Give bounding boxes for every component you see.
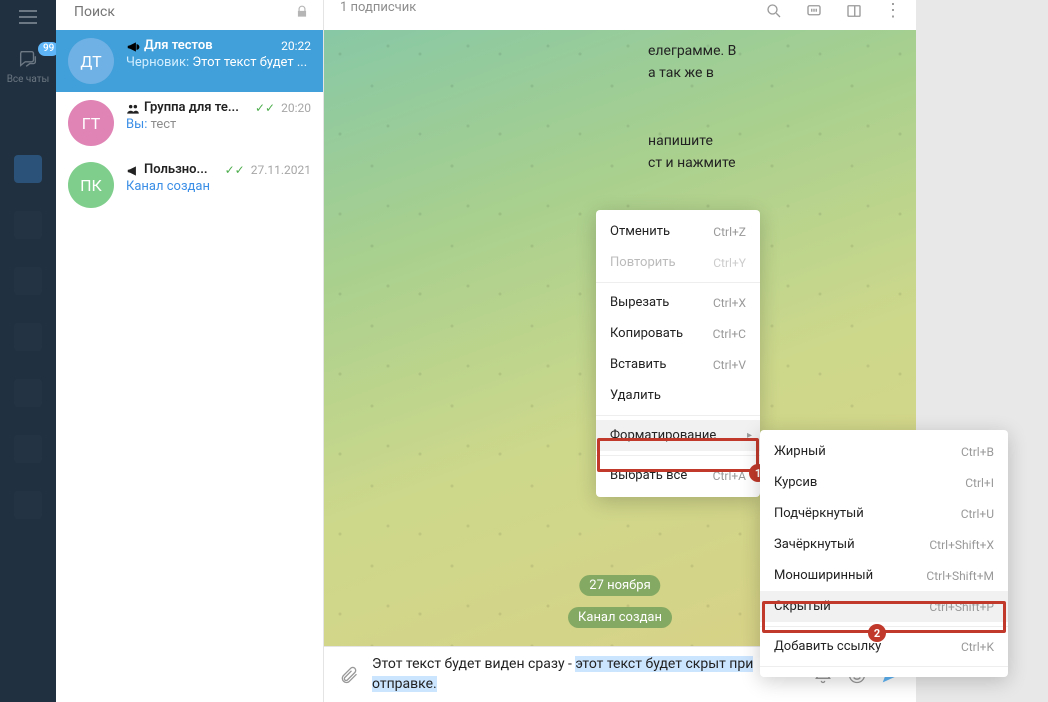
megaphone-icon xyxy=(126,39,140,53)
chat-header: 1 подписчик ⋮ xyxy=(324,0,916,30)
nav-item[interactable] xyxy=(14,491,42,519)
chat-preview: Вы: тест xyxy=(126,117,311,132)
avatar: ДТ xyxy=(68,38,114,84)
chat-title: Для тестов xyxy=(144,38,277,53)
menu-button[interactable] xyxy=(8,2,48,32)
date-separator: 27 ноября xyxy=(579,575,660,596)
chat-time: 27.11.2021 xyxy=(251,163,311,177)
chat-preview: Черновик: Этот текст будет ... xyxy=(126,55,311,70)
context-menu-formatting: ЖирныйCtrl+B КурсивCtrl+I ПодчёркнутыйCt… xyxy=(760,430,1008,677)
chat-time: 20:22 xyxy=(281,39,311,53)
context-menu-edit: ОтменитьCtrl+Z ПовторитьCtrl+Y ВырезатьC… xyxy=(596,210,760,497)
chat-list-panel: ДТ Для тестов 20:22 Черновик: Этот текст… xyxy=(56,0,324,702)
chat-item[interactable]: ПК Пользно... ✓✓ 27.11.2021 Канал создан xyxy=(56,154,323,216)
menu-separator xyxy=(596,282,760,283)
fmt-strikethrough[interactable]: ЗачёркнутыйCtrl+Shift+X xyxy=(760,529,1008,560)
ctx-copy[interactable]: КопироватьCtrl+C xyxy=(596,318,760,349)
discussion-icon[interactable] xyxy=(804,1,824,21)
partial-message-text: елеграмме. В а так же в напишите ст и на… xyxy=(648,40,908,174)
chat-preview: Канал создан xyxy=(126,179,311,194)
ctx-paste[interactable]: ВставитьCtrl+V xyxy=(596,349,760,380)
read-checks-icon: ✓✓ xyxy=(255,101,275,115)
sidebar-toggle-icon[interactable] xyxy=(844,1,864,21)
annotation-badge: 2 xyxy=(868,624,886,642)
fmt-monospace[interactable]: МоноширинныйCtrl+Shift+M xyxy=(760,560,1008,591)
menu-separator xyxy=(596,415,760,416)
more-menu-icon[interactable]: ⋮ xyxy=(884,0,902,21)
ctx-cut[interactable]: ВырезатьCtrl+X xyxy=(596,287,760,318)
all-chats-nav[interactable]: 99 Все чаты xyxy=(7,48,50,85)
chat-title: Пользно... xyxy=(144,162,221,177)
nav-item[interactable] xyxy=(14,323,42,351)
search-row xyxy=(56,0,323,30)
nav-item[interactable] xyxy=(14,211,42,239)
chats-icon xyxy=(15,48,41,70)
megaphone-icon xyxy=(126,163,140,177)
ctx-redo: ПовторитьCtrl+Y xyxy=(596,247,760,278)
menu-separator xyxy=(596,455,760,456)
ctx-select-all[interactable]: Выбрать всёCtrl+A xyxy=(596,460,760,491)
ctx-delete[interactable]: Удалить xyxy=(596,380,760,411)
lock-icon[interactable] xyxy=(291,1,313,23)
all-chats-label: Все чаты xyxy=(7,74,50,85)
nav-item-active[interactable] xyxy=(14,155,42,183)
fmt-italic[interactable]: КурсивCtrl+I xyxy=(760,467,1008,498)
subscriber-count: 1 подписчик xyxy=(340,0,764,15)
fmt-underline[interactable]: ПодчёркнутыйCtrl+U xyxy=(760,498,1008,529)
service-message: Канал создан xyxy=(568,607,672,628)
avatar: ПК xyxy=(68,162,114,208)
attach-icon[interactable] xyxy=(338,664,360,686)
chat-time: 20:20 xyxy=(281,101,311,115)
chevron-right-icon: ▸ xyxy=(747,430,752,441)
nav-item[interactable] xyxy=(14,267,42,295)
fmt-bold[interactable]: ЖирныйCtrl+B xyxy=(760,436,1008,467)
read-checks-icon: ✓✓ xyxy=(225,163,245,177)
menu-separator xyxy=(760,666,1008,667)
chat-title: Группа для те... xyxy=(144,100,251,115)
group-icon xyxy=(126,101,140,115)
nav-item[interactable] xyxy=(14,379,42,407)
search-input[interactable] xyxy=(74,4,291,20)
app-nav-sidebar: 99 Все чаты xyxy=(0,0,56,702)
message-input[interactable]: Этот текст будет виден сразу - этот текс… xyxy=(372,655,800,694)
nav-item[interactable] xyxy=(14,99,42,127)
nav-item[interactable] xyxy=(14,435,42,463)
ctx-formatting[interactable]: Форматирование▸ xyxy=(596,420,760,451)
avatar: ГТ xyxy=(68,100,114,146)
chat-item[interactable]: ДТ Для тестов 20:22 Черновик: Этот текст… xyxy=(56,30,323,92)
ctx-undo[interactable]: ОтменитьCtrl+Z xyxy=(596,216,760,247)
chat-item[interactable]: ГТ Группа для те... ✓✓ 20:20 Вы: тест xyxy=(56,92,323,154)
fmt-spoiler[interactable]: СкрытыйCtrl+Shift+P xyxy=(760,591,1008,622)
search-icon[interactable] xyxy=(764,1,784,21)
